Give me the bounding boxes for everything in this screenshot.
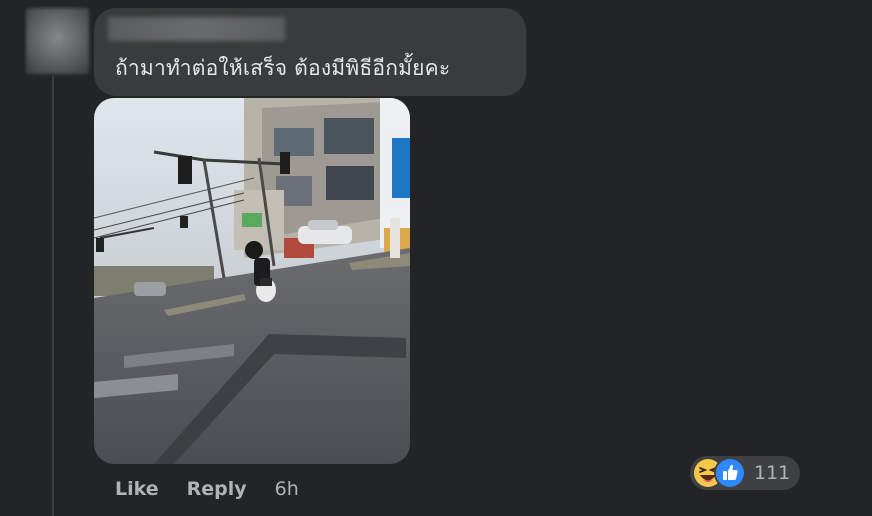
timestamp[interactable]: 6h	[275, 478, 299, 500]
comment-thread: ถ้ามาทำต่อให้เสร็จ ต้องมีพิธีอีกมั้ยคะ L…	[0, 0, 872, 516]
avatar[interactable]	[26, 8, 89, 74]
comment-actions: Like Reply 6h	[115, 476, 299, 502]
comment-photo[interactable]	[94, 98, 410, 464]
comment-text: ถ้ามาทำต่อให้เสร็จ ต้องมีพิธีอีกมั้ยคะ	[115, 56, 451, 80]
thread-line	[52, 76, 54, 516]
comment-bubble: ถ้ามาทำต่อให้เสร็จ ต้องมีพิธีอีกมั้ยคะ	[94, 8, 526, 96]
like-icon	[714, 457, 746, 489]
reply-button[interactable]: Reply	[187, 478, 247, 500]
like-button[interactable]: Like	[115, 478, 159, 500]
reaction-count: 111	[754, 462, 791, 484]
author-name[interactable]	[108, 17, 285, 41]
reaction-summary[interactable]: 111	[690, 456, 801, 490]
